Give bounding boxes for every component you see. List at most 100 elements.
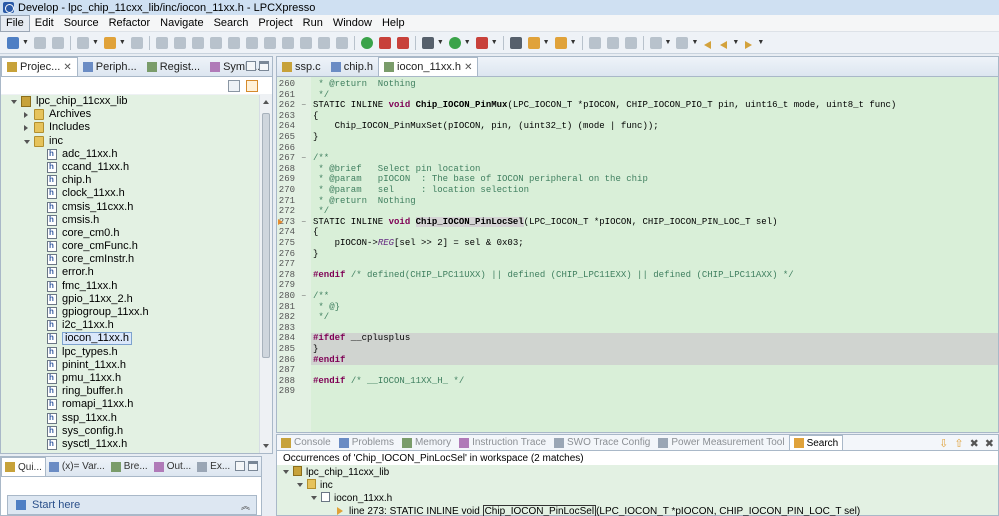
scroll-thumb[interactable]: [262, 113, 270, 358]
menu-edit[interactable]: Edit: [30, 16, 59, 31]
link-with-editor-icon[interactable]: [246, 79, 258, 92]
step-over-icon[interactable]: [263, 36, 276, 49]
scroll-down-icon[interactable]: [263, 444, 269, 448]
settings-icon[interactable]: [76, 36, 89, 49]
toggle-mark-occurrences-icon[interactable]: [588, 36, 601, 49]
open-type-icon[interactable]: [509, 36, 522, 49]
tree-file-item[interactable]: pinint_11xx.h: [1, 358, 259, 372]
source-code[interactable]: * @return Nothing */STATIC INLINE void C…: [311, 77, 998, 432]
collapse-icon[interactable]: [24, 139, 30, 144]
editor-text-area[interactable]: 260 261 262−263 264 265 266 267−268 269 270 271 27…: [277, 77, 998, 432]
result-folder-row[interactable]: inc: [297, 479, 333, 492]
clean-icon[interactable]: [130, 36, 143, 49]
minimize-icon[interactable]: [235, 461, 245, 471]
dropdown-arrow-icon[interactable]: ▼: [570, 39, 577, 46]
tree-file-item[interactable]: gpiogroup_11xx.h: [1, 305, 259, 319]
reset-target-icon[interactable]: [396, 36, 409, 49]
menu-refactor[interactable]: Refactor: [104, 16, 156, 31]
back-icon[interactable]: [719, 37, 729, 49]
dropdown-arrow-icon[interactable]: ▼: [464, 39, 471, 46]
scroll-up-icon[interactable]: [263, 100, 269, 104]
tab-periph[interactable]: Periph...: [78, 57, 142, 76]
tree-file-item[interactable]: i2c_11xx.h: [1, 318, 259, 332]
tree-file-item[interactable]: ssp_11xx.h: [1, 411, 259, 425]
tab-chip-h[interactable]: chip.h: [326, 57, 378, 76]
collapse-section-icon[interactable]: ︽: [241, 499, 250, 512]
tab-instruction-trace[interactable]: Instruction Trace: [455, 435, 550, 450]
save-icon[interactable]: [33, 36, 46, 49]
restart-icon[interactable]: [335, 36, 348, 49]
fold-toggle-icon[interactable]: −: [301, 217, 306, 228]
previous-match-icon[interactable]: ⇧: [954, 437, 963, 450]
tree-file-item[interactable]: fmc_11xx.h: [1, 279, 259, 293]
expand-icon[interactable]: [311, 496, 317, 500]
remove-all-matches-icon[interactable]: ✖: [985, 437, 994, 450]
tree-file-item[interactable]: gpio_11xx_2.h: [1, 292, 259, 306]
toggle-block-selection-icon[interactable]: [606, 36, 619, 49]
next-annotation-icon[interactable]: [649, 36, 662, 49]
maximize-icon[interactable]: [248, 461, 258, 471]
build-icon[interactable]: [103, 36, 116, 49]
previous-annotation-icon[interactable]: [676, 36, 689, 49]
tab-out[interactable]: Out...: [151, 457, 194, 476]
fold-toggle-icon[interactable]: −: [301, 291, 306, 302]
tab-problems[interactable]: Problems: [335, 435, 398, 450]
tree-file-item[interactable]: pmu_11xx.h: [1, 371, 259, 385]
save-all-icon[interactable]: [51, 36, 64, 49]
expand-icon[interactable]: [283, 470, 289, 474]
step-return-icon[interactable]: [281, 36, 294, 49]
collapse-icon[interactable]: [11, 100, 17, 104]
disconnect-icon[interactable]: [227, 36, 240, 49]
show-whitespace-icon[interactable]: [624, 36, 637, 49]
start-here-section[interactable]: Start here ︽: [7, 495, 257, 515]
menu-navigate[interactable]: Navigate: [155, 16, 208, 31]
tab-x-var[interactable]: (x)= Var...: [46, 457, 108, 476]
tab-swo-trace-config[interactable]: SWO Trace Config: [550, 435, 654, 450]
tab-iocon-11xx-h[interactable]: iocon_11xx.h ✕: [378, 57, 479, 76]
expand-icon[interactable]: [24, 125, 28, 132]
run-icon[interactable]: [448, 36, 461, 49]
tab-power-measurement-tool[interactable]: Power Measurement Tool: [654, 435, 788, 450]
tree-file-item[interactable]: cmsis.h: [1, 213, 259, 227]
tree-file-item[interactable]: romapi_11xx.h: [1, 397, 259, 411]
menu-file[interactable]: File: [0, 14, 30, 32]
tab-bre[interactable]: Bre...: [108, 457, 151, 476]
menu-project[interactable]: Project: [253, 16, 297, 31]
tree-file-item[interactable]: core_cmFunc.h: [1, 239, 259, 253]
tab-regist[interactable]: Regist...: [142, 57, 205, 76]
menu-search[interactable]: Search: [209, 16, 254, 31]
menu-source[interactable]: Source: [59, 16, 104, 31]
tree-file-item[interactable]: chip.h: [1, 173, 259, 187]
expand-icon[interactable]: [297, 483, 303, 487]
terminate-icon[interactable]: [209, 36, 222, 49]
open-folder-icon[interactable]: [527, 36, 540, 49]
expand-icon[interactable]: [24, 112, 28, 119]
tree-file-item[interactable]: cmsis_11cxx.h: [1, 200, 259, 214]
dropdown-arrow-icon[interactable]: ▼: [491, 39, 498, 46]
result-file-row[interactable]: iocon_11xx.h: [311, 492, 392, 505]
instruction-step-icon[interactable]: [317, 36, 330, 49]
maximize-icon[interactable]: [259, 61, 269, 71]
tab-memory[interactable]: Memory: [398, 435, 455, 450]
dropdown-arrow-icon[interactable]: ▼: [437, 39, 444, 46]
tab-qui[interactable]: Qui...: [1, 457, 46, 476]
tree-file-item[interactable]: sys_config.h: [1, 424, 259, 438]
search-icon[interactable]: [554, 36, 567, 49]
debug-probe-icon[interactable]: [378, 36, 391, 49]
forward-icon[interactable]: [744, 37, 754, 49]
tree-folder-item[interactable]: Includes: [1, 121, 259, 134]
next-match-icon[interactable]: ⇩: [939, 437, 948, 450]
step-into-icon[interactable]: [245, 36, 258, 49]
dropdown-arrow-icon[interactable]: ▼: [757, 39, 764, 46]
resume-icon[interactable]: [173, 36, 186, 49]
fold-toggle-icon[interactable]: −: [301, 100, 306, 111]
tree-folder-item[interactable]: Archives: [1, 108, 259, 121]
last-edit-location-icon[interactable]: [703, 37, 713, 49]
external-tools-icon[interactable]: [475, 36, 488, 49]
tree-file-item[interactable]: core_cm0.h: [1, 226, 259, 240]
dropdown-arrow-icon[interactable]: ▼: [543, 39, 550, 46]
tab-search[interactable]: Search: [788, 435, 844, 450]
program-flash-icon[interactable]: [360, 36, 373, 49]
tab-console[interactable]: Console: [277, 435, 335, 450]
menu-run[interactable]: Run: [298, 16, 328, 31]
